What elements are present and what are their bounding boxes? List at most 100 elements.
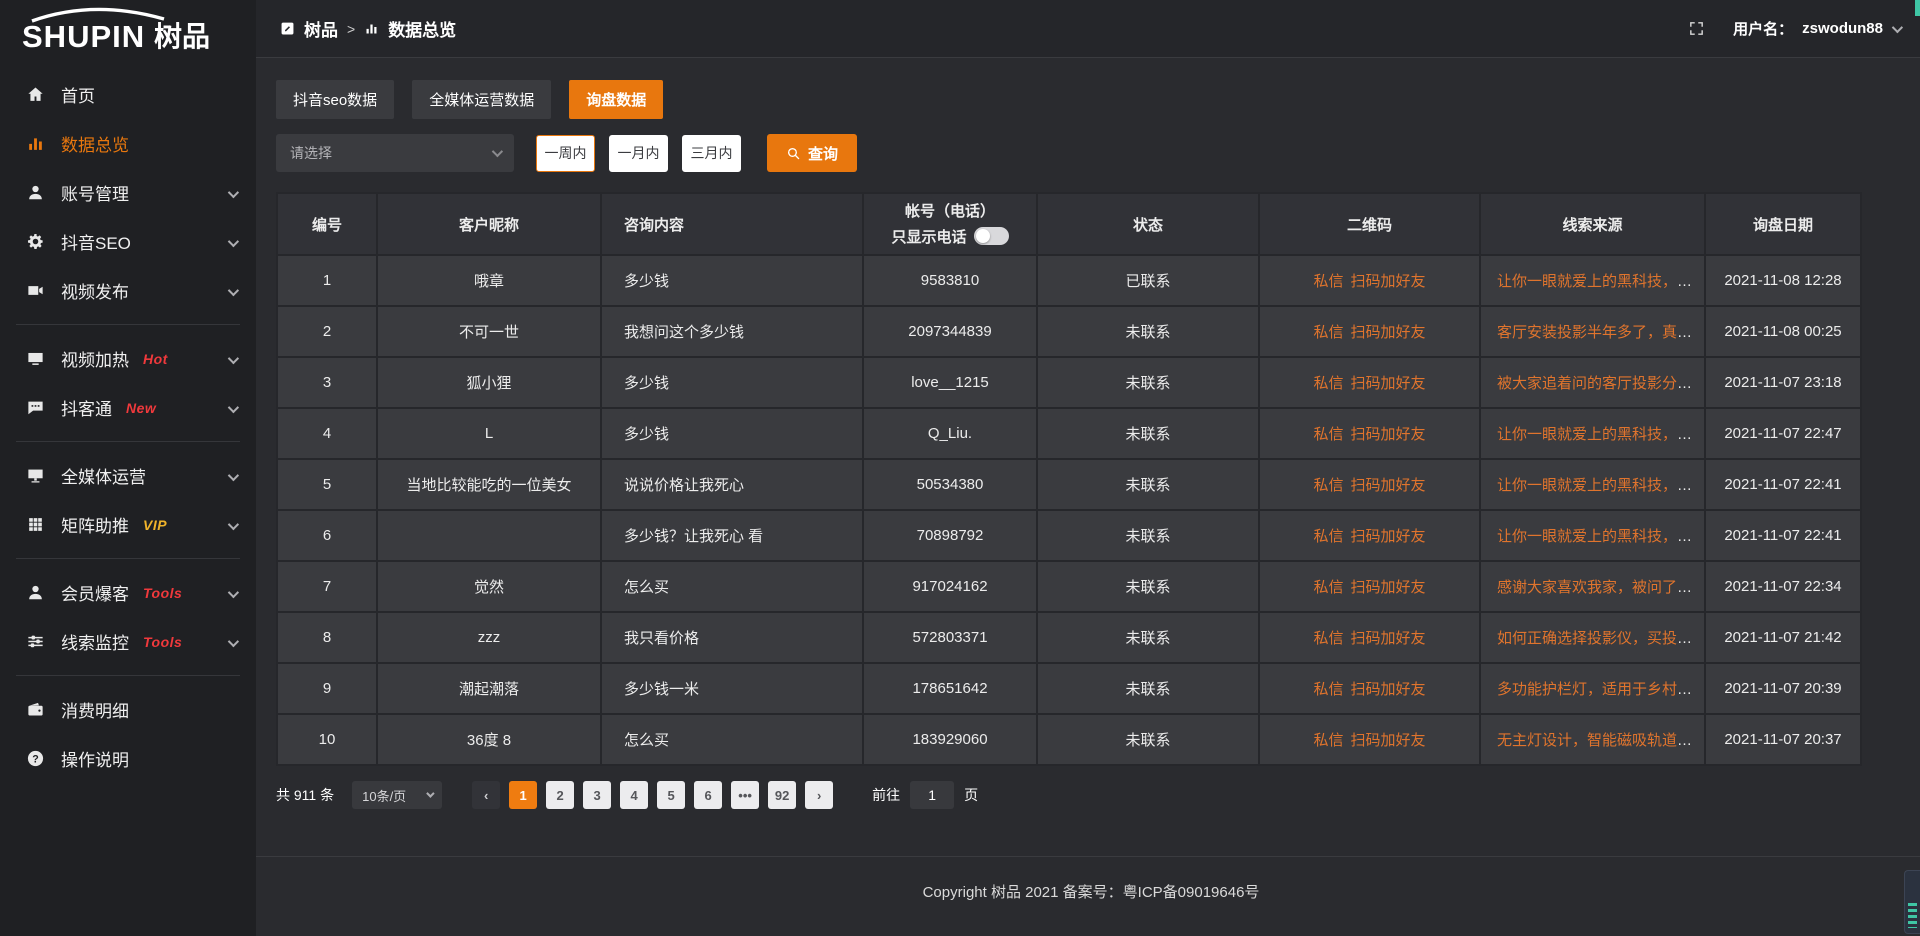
- qr-scan-add-friend-link[interactable]: 扫码加好友: [1351, 273, 1426, 290]
- source-link[interactable]: 感谢大家喜欢我家，被问了好...: [1497, 579, 1705, 596]
- table-row: 9 潮起潮落 多少钱一米 178651642 未联系 私信扫码加好友 多功能护栏…: [277, 663, 1861, 714]
- cell-date: 2021-11-07 22:41: [1705, 510, 1861, 561]
- sidebar-item-数据总览[interactable]: 数据总览: [0, 119, 256, 168]
- cell-content: 说说价格让我死心: [601, 459, 863, 510]
- goto-suffix: 页: [964, 785, 978, 805]
- chevron-down-icon: [228, 186, 239, 197]
- qr-scan-add-friend-link[interactable]: 扫码加好友: [1351, 630, 1426, 647]
- qr-scan-add-friend-link[interactable]: 扫码加好友: [1351, 426, 1426, 443]
- source-link[interactable]: 如何正确选择投影仪，买投影...: [1497, 630, 1705, 647]
- sidebar-item-抖音SEO[interactable]: 抖音SEO: [0, 217, 256, 266]
- search-icon: [786, 146, 801, 161]
- cell-qrcode: 私信扫码加好友: [1259, 408, 1480, 459]
- source-link[interactable]: 多功能护栏灯，适用于乡村文...: [1497, 681, 1705, 698]
- user-menu[interactable]: 用户名：zswodun88: [1733, 18, 1900, 39]
- cell-status: 已联系: [1037, 255, 1259, 306]
- page-buttons: 123456 ••• 92: [509, 781, 805, 809]
- qr-private-message-link[interactable]: 私信: [1313, 477, 1343, 494]
- source-link[interactable]: 让你一眼就爱上的黑科技，能...: [1497, 477, 1705, 494]
- page-button-1[interactable]: 1: [509, 781, 537, 809]
- sidebar-divider: [16, 675, 240, 676]
- page-ellipsis-button[interactable]: •••: [731, 781, 759, 809]
- sidebar-item-矩阵助推[interactable]: 矩阵助推 VIP: [0, 500, 256, 549]
- goto-page-input[interactable]: [910, 781, 954, 809]
- cell-account: 183929060: [863, 714, 1037, 765]
- corner-widget-stripes: [1908, 903, 1917, 928]
- qr-scan-add-friend-link[interactable]: 扫码加好友: [1351, 732, 1426, 749]
- qr-scan-add-friend-link[interactable]: 扫码加好友: [1351, 477, 1426, 494]
- qr-private-message-link[interactable]: 私信: [1313, 528, 1343, 545]
- qr-scan-add-friend-link[interactable]: 扫码加好友: [1351, 579, 1426, 596]
- qr-private-message-link[interactable]: 私信: [1313, 732, 1343, 749]
- sidebar-item-首页[interactable]: 首页: [0, 70, 256, 119]
- cell-date: 2021-11-07 22:41: [1705, 459, 1861, 510]
- qr-scan-add-friend-link[interactable]: 扫码加好友: [1351, 375, 1426, 392]
- qr-private-message-link[interactable]: 私信: [1313, 375, 1343, 392]
- chevron-down-icon: [228, 635, 239, 646]
- period-button-一月内[interactable]: 一月内: [609, 135, 668, 172]
- next-page-button[interactable]: ›: [805, 781, 833, 809]
- sliders-icon: [26, 632, 46, 652]
- prev-page-button[interactable]: ‹: [472, 781, 500, 809]
- source-link[interactable]: 客厅安装投影半年多了，真实...: [1497, 324, 1705, 341]
- sidebar-item-视频加热[interactable]: 视频加热 Hot: [0, 334, 256, 383]
- sidebar-item-线索监控[interactable]: 线索监控 Tools: [0, 617, 256, 666]
- sidebar-item-label: 视频发布: [61, 278, 129, 303]
- query-button[interactable]: 查询: [767, 134, 857, 172]
- source-link[interactable]: 让你一眼就爱上的黑科技，能...: [1497, 273, 1705, 290]
- qr-scan-add-friend-link[interactable]: 扫码加好友: [1351, 528, 1426, 545]
- tab-询盘数据[interactable]: 询盘数据: [569, 80, 663, 119]
- qr-scan-add-friend-link[interactable]: 扫码加好友: [1351, 324, 1426, 341]
- page-button-5[interactable]: 5: [657, 781, 685, 809]
- qr-private-message-link[interactable]: 私信: [1313, 630, 1343, 647]
- sidebar-item-操作说明[interactable]: ? 操作说明: [0, 734, 256, 783]
- sidebar-item-抖客通[interactable]: 抖客通 New: [0, 383, 256, 432]
- scrollbar-thumb[interactable]: [1915, 0, 1920, 16]
- corner-widget[interactable]: [1904, 870, 1920, 934]
- qr-private-message-link[interactable]: 私信: [1313, 681, 1343, 698]
- chevron-down-icon: [228, 352, 239, 363]
- page-size-select[interactable]: 10条/页: [352, 781, 442, 809]
- sidebar-item-全媒体运营[interactable]: 全媒体运营: [0, 451, 256, 500]
- page-button-4[interactable]: 4: [620, 781, 648, 809]
- sidebar-item-会员爆客[interactable]: 会员爆客 Tools: [0, 568, 256, 617]
- filter-select[interactable]: 请选择: [276, 134, 514, 172]
- tab-全媒体运营数据[interactable]: 全媒体运营数据: [412, 80, 551, 119]
- cell-id: 6: [277, 510, 377, 561]
- qr-private-message-link[interactable]: 私信: [1313, 324, 1343, 341]
- qr-scan-add-friend-link[interactable]: 扫码加好友: [1351, 681, 1426, 698]
- sidebar-divider: [16, 441, 240, 442]
- source-link[interactable]: 被大家追着问的客厅投影分享...: [1497, 375, 1705, 392]
- sidebar: SHUPIN 树品 首页 数据总览 账号管理 抖音SEO 视频发布 视频加热 H…: [0, 0, 256, 936]
- period-button-三月内[interactable]: 三月内: [682, 135, 741, 172]
- tv-icon: [26, 349, 46, 369]
- sidebar-item-消费明细[interactable]: 消费明细: [0, 685, 256, 734]
- cell-nickname: 狐小狸: [377, 357, 601, 408]
- sidebar-item-视频发布[interactable]: 视频发布: [0, 266, 256, 315]
- source-link[interactable]: 让你一眼就爱上的黑科技，能...: [1497, 426, 1705, 443]
- cell-account: Q_Liu.: [863, 408, 1037, 459]
- chevron-down-icon: [1892, 21, 1903, 32]
- breadcrumb-root[interactable]: 树品: [304, 16, 338, 41]
- sidebar-item-账号管理[interactable]: 账号管理: [0, 168, 256, 217]
- qr-private-message-link[interactable]: 私信: [1313, 579, 1343, 596]
- fullscreen-icon[interactable]: [1688, 20, 1705, 37]
- cell-content: 怎么买: [601, 561, 863, 612]
- cell-source: 如何正确选择投影仪，买投影...: [1480, 612, 1705, 663]
- page-button-3[interactable]: 3: [583, 781, 611, 809]
- source-link[interactable]: 无主灯设计，智能磁吸轨道灯...: [1497, 732, 1705, 749]
- period-button-一周内[interactable]: 一周内: [536, 135, 595, 172]
- qr-private-message-link[interactable]: 私信: [1313, 426, 1343, 443]
- qr-private-message-link[interactable]: 私信: [1313, 273, 1343, 290]
- chevron-down-icon: [228, 235, 239, 246]
- source-link[interactable]: 让你一眼就爱上的黑科技，能...: [1497, 528, 1705, 545]
- page-button-92[interactable]: 92: [768, 781, 796, 809]
- query-button-label: 查询: [808, 143, 838, 164]
- chevron-down-icon: [228, 469, 239, 480]
- cell-source: 客厅安装投影半年多了，真实...: [1480, 306, 1705, 357]
- footer: Copyright 树品 2021 备案号：粤ICP备09019646号: [256, 856, 1920, 936]
- tab-抖音seo数据[interactable]: 抖音seo数据: [276, 80, 394, 119]
- page-button-2[interactable]: 2: [546, 781, 574, 809]
- phone-only-toggle[interactable]: [974, 227, 1009, 245]
- page-button-6[interactable]: 6: [694, 781, 722, 809]
